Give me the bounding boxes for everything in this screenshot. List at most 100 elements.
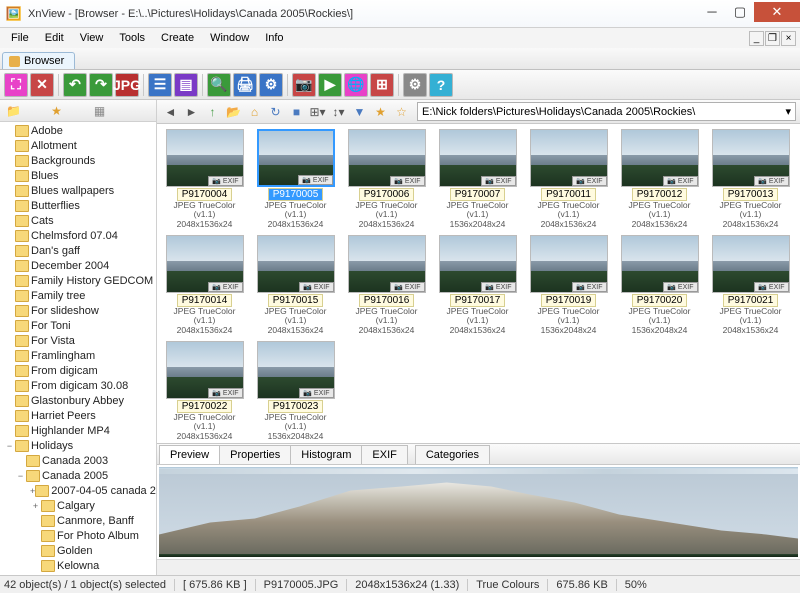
jpeg-transform-button[interactable]: JPG	[115, 73, 139, 97]
folder-tab-icon[interactable]: 📁	[4, 101, 23, 120]
tree-node[interactable]: Allotment	[0, 138, 156, 153]
rotate-right-button[interactable]: ↷	[89, 73, 113, 97]
tree-node[interactable]: Cats	[0, 213, 156, 228]
browser-tab[interactable]: Browser	[2, 52, 75, 69]
menu-create[interactable]: Create	[154, 30, 201, 46]
tree-node[interactable]: Blues	[0, 168, 156, 183]
tree-node[interactable]: Family tree	[0, 288, 156, 303]
menu-file[interactable]: File	[4, 30, 36, 46]
tree-node[interactable]: −Canada 2005	[0, 468, 156, 483]
thumbnail-item[interactable]: 📷 EXIFP9170012JPEG TrueColor (v1.1)2048x…	[617, 129, 702, 229]
tab-categories[interactable]: Categories	[415, 445, 490, 464]
thumbnail-item[interactable]: 📷 EXIFP9170023JPEG TrueColor (v1.1)1536x…	[253, 341, 338, 441]
close-tool-button[interactable]: ✕	[30, 73, 54, 97]
tree-node[interactable]: Butterflies	[0, 198, 156, 213]
menu-window[interactable]: Window	[203, 30, 256, 46]
tab-exif[interactable]: EXIF	[361, 445, 407, 464]
tree-node[interactable]: Family History GEDCOM	[0, 273, 156, 288]
tree-node[interactable]: +Calgary	[0, 498, 156, 513]
tree-node[interactable]: −Holidays	[0, 438, 156, 453]
menu-info[interactable]: Info	[258, 30, 290, 46]
tree-node[interactable]: Dan's gaff	[0, 243, 156, 258]
close-button[interactable]: ✕	[754, 2, 800, 22]
thumbnail-item[interactable]: 📷 EXIFP9170022JPEG TrueColor (v1.1)2048x…	[162, 341, 247, 441]
help-button[interactable]: ?	[429, 73, 453, 97]
folder-tree[interactable]: AdobeAllotmentBackgroundsBluesBlues wall…	[0, 122, 156, 575]
tree-node[interactable]: Backgrounds	[0, 153, 156, 168]
tree-node[interactable]: Adobe	[0, 123, 156, 138]
favorites-tab-icon[interactable]: ★	[47, 101, 66, 120]
tab-histogram[interactable]: Histogram	[290, 445, 362, 464]
thumbnail-item[interactable]: 📷 EXIFP9170014JPEG TrueColor (v1.1)2048x…	[162, 235, 247, 335]
tree-node[interactable]: Harriet Peers	[0, 408, 156, 423]
thumbnail-item[interactable]: 📷 EXIFP9170013JPEG TrueColor (v1.1)2048x…	[708, 129, 793, 229]
tree-node[interactable]: +2007-04-05 canada 20	[0, 483, 156, 498]
web-button[interactable]: 🌐	[344, 73, 368, 97]
tab-preview[interactable]: Preview	[159, 445, 220, 464]
thumbnail-item[interactable]: 📷 EXIFP9170005JPEG TrueColor (v1.1)2048x…	[253, 129, 338, 229]
tree-node[interactable]: Kelowna	[0, 558, 156, 573]
tree-node[interactable]: For slideshow	[0, 303, 156, 318]
tree-node[interactable]: Chelmsford 07.04	[0, 228, 156, 243]
open-button[interactable]: 📂	[224, 102, 243, 121]
forward-button[interactable]: ►	[182, 102, 201, 121]
print-button[interactable]: 🖨	[233, 73, 257, 97]
filter-button[interactable]: ▼	[350, 102, 369, 121]
tree-node[interactable]: Canmore, Banff	[0, 513, 156, 528]
tree-node[interactable]: Canada 2003	[0, 453, 156, 468]
wizard-button[interactable]: ⚙	[259, 73, 283, 97]
settings-button[interactable]: ⚙	[403, 73, 427, 97]
thumbnail-item[interactable]: 📷 EXIFP9170011JPEG TrueColor (v1.1)2048x…	[526, 129, 611, 229]
thumbnail-item[interactable]: 📷 EXIFP9170004JPEG TrueColor (v1.1)2048x…	[162, 129, 247, 229]
menu-view[interactable]: View	[73, 30, 111, 46]
tab-properties[interactable]: Properties	[219, 445, 291, 464]
mdi-restore-button[interactable]: ❐	[765, 31, 780, 46]
categories-tab-icon[interactable]: ▦	[90, 101, 109, 120]
back-button[interactable]: ◄	[161, 102, 180, 121]
thumbnail-item[interactable]: 📷 EXIFP9170019JPEG TrueColor (v1.1)1536x…	[526, 235, 611, 335]
tree-node[interactable]: From digicam	[0, 363, 156, 378]
view-details-button[interactable]: ▤	[174, 73, 198, 97]
dropdown-icon[interactable]: ▾	[785, 105, 791, 118]
fullscreen-button[interactable]: ⛶	[4, 73, 28, 97]
mdi-minimize-button[interactable]: _	[749, 31, 764, 46]
stop-button[interactable]: ■	[287, 102, 306, 121]
rotate-left-button[interactable]: ↶	[63, 73, 87, 97]
mdi-close-button[interactable]: ×	[781, 31, 796, 46]
thumbnail-grid[interactable]: 📷 EXIFP9170004JPEG TrueColor (v1.1)2048x…	[157, 124, 800, 443]
search-button[interactable]: 🔍	[207, 73, 231, 97]
thumbnail-item[interactable]: 📷 EXIFP9170006JPEG TrueColor (v1.1)2048x…	[344, 129, 429, 229]
tree-node[interactable]: December 2004	[0, 258, 156, 273]
tree-node[interactable]: From digicam 30.08	[0, 378, 156, 393]
thumbnail-item[interactable]: 📷 EXIFP9170007JPEG TrueColor (v1.1)1536x…	[435, 129, 520, 229]
tree-node[interactable]: For Photo Album	[0, 528, 156, 543]
tree-node[interactable]: Glastonbury Abbey	[0, 393, 156, 408]
address-bar[interactable]: E:\Nick folders\Pictures\Holidays\Canada…	[417, 102, 796, 121]
thumbnail-item[interactable]: 📷 EXIFP9170021JPEG TrueColor (v1.1)2048x…	[708, 235, 793, 335]
menu-tools[interactable]: Tools	[112, 30, 152, 46]
thumbnail-item[interactable]: 📷 EXIFP9170015JPEG TrueColor (v1.1)2048x…	[253, 235, 338, 335]
view-list-button[interactable]: ☰	[148, 73, 172, 97]
horizontal-scrollbar[interactable]	[157, 559, 800, 575]
up-button[interactable]: ↑	[203, 102, 222, 121]
tree-node[interactable]: For Toni	[0, 318, 156, 333]
slideshow-button[interactable]: ▶	[318, 73, 342, 97]
home-button[interactable]: ⌂	[245, 102, 264, 121]
minimize-button[interactable]: ─	[698, 2, 726, 22]
grid-button[interactable]: ⊞	[370, 73, 394, 97]
favorite2-button[interactable]: ☆	[392, 102, 411, 121]
tree-node[interactable]: Highlander MP4	[0, 423, 156, 438]
thumbnail-item[interactable]: 📷 EXIFP9170020JPEG TrueColor (v1.1)1536x…	[617, 235, 702, 335]
thumbnails-button[interactable]: ⊞▾	[308, 102, 327, 121]
favorite-button[interactable]: ★	[371, 102, 390, 121]
tree-node[interactable]: Blues wallpapers	[0, 183, 156, 198]
preview-panel[interactable]	[157, 465, 800, 559]
tree-node[interactable]: Framlingham	[0, 348, 156, 363]
thumbnail-item[interactable]: 📷 EXIFP9170017JPEG TrueColor (v1.1)2048x…	[435, 235, 520, 335]
tree-node[interactable]: For Vista	[0, 333, 156, 348]
tree-node[interactable]: Golden	[0, 543, 156, 558]
refresh-button[interactable]: ↻	[266, 102, 285, 121]
capture-button[interactable]: 📷	[292, 73, 316, 97]
menu-edit[interactable]: Edit	[38, 30, 71, 46]
thumbnail-item[interactable]: 📷 EXIFP9170016JPEG TrueColor (v1.1)2048x…	[344, 235, 429, 335]
